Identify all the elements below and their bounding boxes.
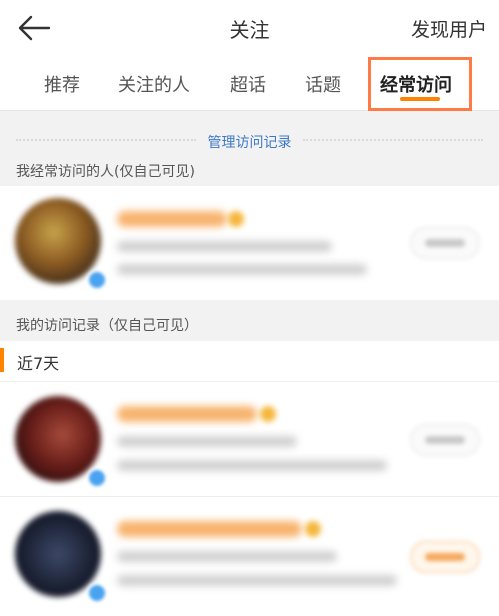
follow-button[interactable] <box>410 541 480 573</box>
discover-users-button[interactable]: 发现用户 <box>411 15 487 42</box>
history-user-card[interactable] <box>0 382 499 496</box>
user-description <box>117 264 367 275</box>
verified-badge-icon <box>87 270 107 290</box>
user-name[interactable] <box>117 521 302 537</box>
tab-topic[interactable]: 话题 <box>305 71 341 97</box>
manage-visits-link[interactable]: 管理访问记录 <box>0 132 499 152</box>
history-user-card[interactable] <box>0 497 499 616</box>
user-description <box>117 551 337 562</box>
highlight-box <box>368 57 472 111</box>
user-description <box>117 436 297 447</box>
user-description <box>117 575 397 586</box>
avatar[interactable] <box>15 396 101 482</box>
user-description <box>117 460 387 471</box>
frequent-section-title: 我经常访问的人(仅自己可见) <box>16 164 195 180</box>
crown-icon <box>305 521 321 537</box>
tab-super-topic[interactable]: 超话 <box>230 71 266 97</box>
period-header: 近7天 <box>0 341 499 382</box>
verified-badge-icon <box>87 468 107 488</box>
crown-icon <box>228 211 244 227</box>
history-section-title: 我的访问记录（仅自己可见） <box>16 318 198 334</box>
manage-row: 管理访问记录 <box>0 111 499 159</box>
follow-status-button[interactable] <box>410 424 480 456</box>
avatar[interactable] <box>15 198 101 284</box>
user-description <box>117 241 332 252</box>
period-label: 近7天 <box>17 354 60 373</box>
crown-icon <box>260 406 276 422</box>
tab-following[interactable]: 关注的人 <box>118 71 190 97</box>
user-name[interactable] <box>117 211 227 227</box>
follow-status-button[interactable] <box>410 227 480 259</box>
top-bar: 关注 发现用户 <box>0 0 499 56</box>
period-marker <box>0 348 4 372</box>
verified-badge-icon <box>87 583 107 603</box>
frequent-user-card[interactable] <box>0 186 499 300</box>
user-name[interactable] <box>117 406 257 422</box>
tab-recommend[interactable]: 推荐 <box>44 71 80 97</box>
avatar[interactable] <box>15 511 101 597</box>
